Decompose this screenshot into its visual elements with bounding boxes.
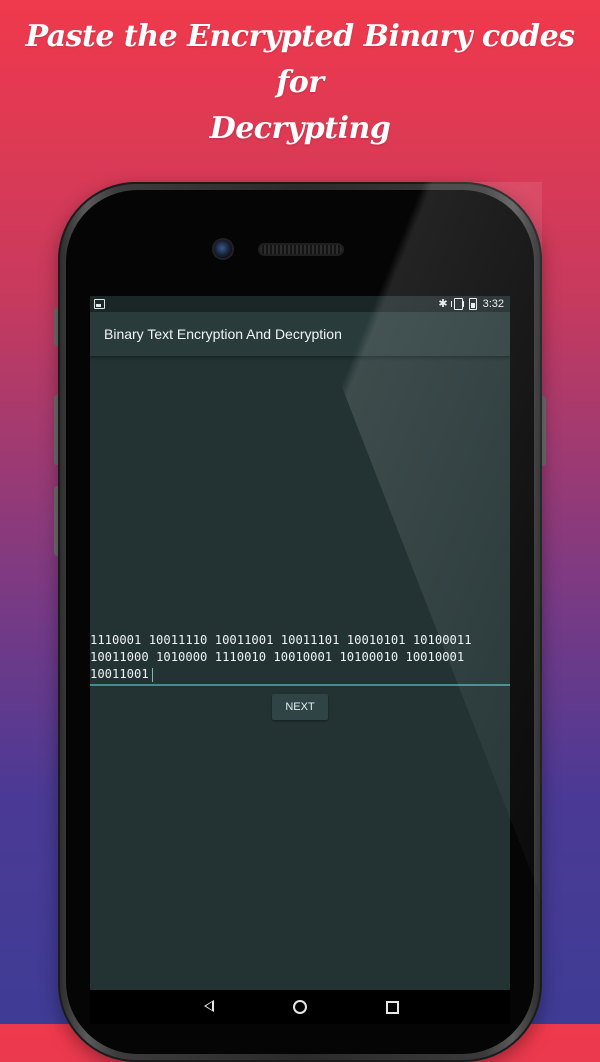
binary-code-input[interactable]: 1110001 10011110 10011001 10011101 10010…: [90, 632, 510, 686]
android-nav-bar: [90, 990, 510, 1024]
earpiece-speaker-icon: [260, 245, 342, 254]
promo-headline: Paste the Encrypted Binary codes for Dec…: [0, 14, 600, 152]
recents-icon[interactable]: [386, 1001, 399, 1014]
next-button[interactable]: NEXT: [272, 694, 328, 720]
image-notification-icon: [94, 299, 105, 309]
app-screen: ✱ 3:32 Binary Text Encryption And Decryp…: [90, 296, 510, 990]
status-time: 3:32: [482, 298, 504, 310]
bluetooth-icon: ✱: [438, 297, 448, 310]
battery-icon: [468, 298, 477, 310]
binary-code-value: 1110001 10011110 10011001 10011101 10010…: [90, 633, 472, 681]
status-bar: ✱ 3:32: [90, 296, 510, 312]
vibrate-icon: [450, 298, 464, 310]
promo-headline-line2: Decrypting: [209, 111, 391, 146]
status-icons: ✱ 3:32: [438, 297, 504, 311]
text-cursor: [151, 667, 153, 682]
back-icon[interactable]: [204, 1000, 214, 1012]
promo-headline-line1: Paste the Encrypted Binary codes for: [25, 19, 575, 100]
app-title: Binary Text Encryption And Decryption: [104, 326, 342, 342]
home-icon[interactable]: [293, 1000, 307, 1014]
front-camera-icon: [214, 240, 232, 258]
app-toolbar: Binary Text Encryption And Decryption: [90, 312, 510, 356]
